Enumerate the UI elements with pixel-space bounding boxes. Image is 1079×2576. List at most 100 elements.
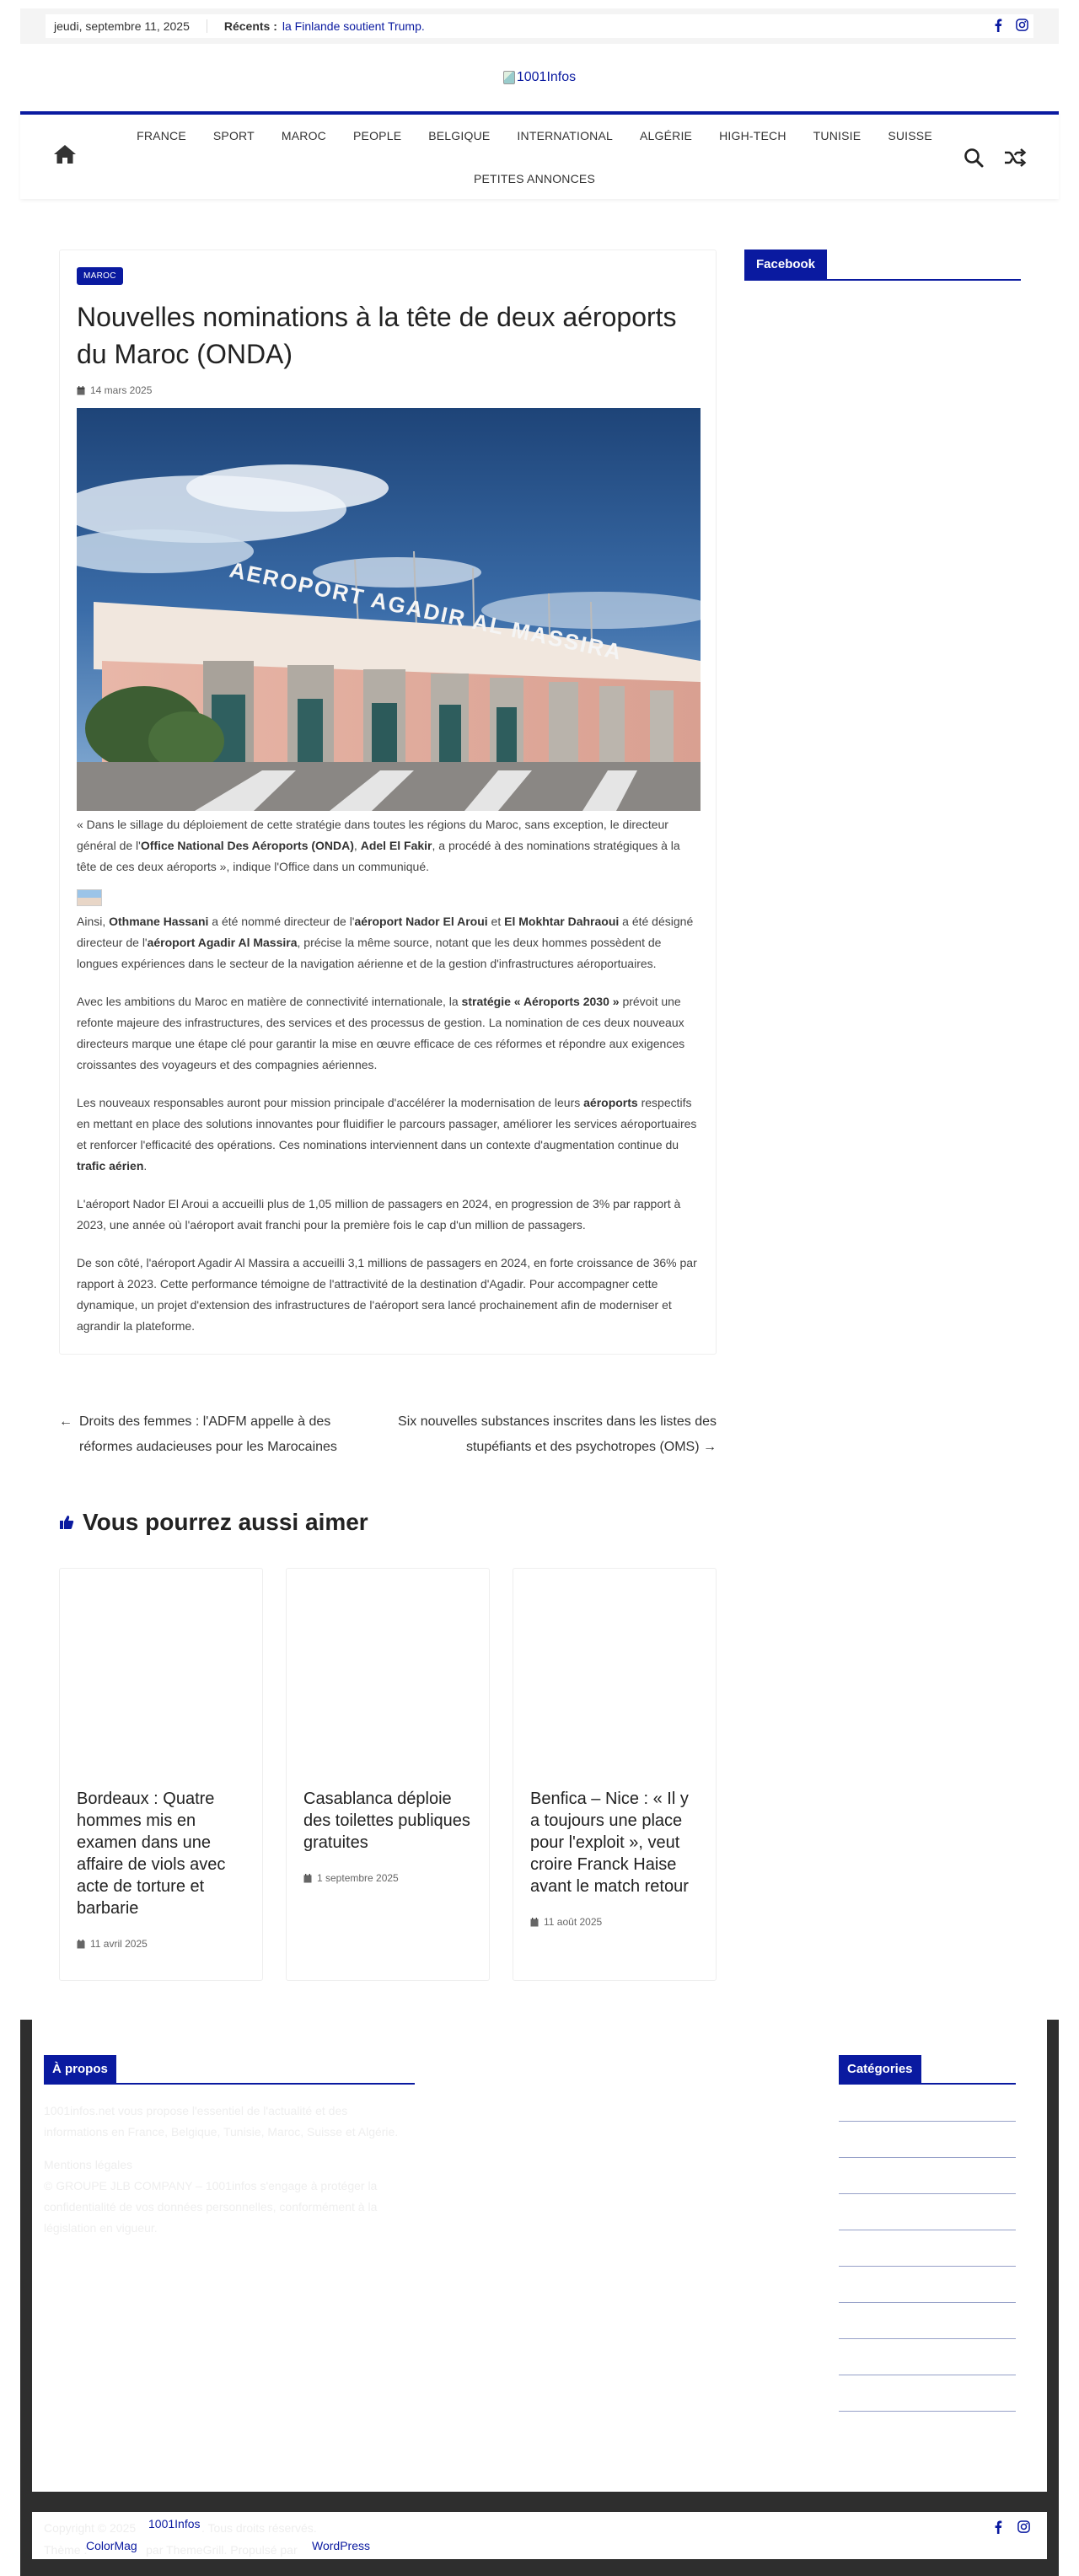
article-paragraph-3: Avec les ambitions du Maroc en matière d… [77, 995, 685, 1071]
category-divider [839, 2411, 1016, 2412]
nav-menu: FRANCE SPORT MAROC PEOPLE BELGIQUE INTERNATIO… [111, 115, 958, 201]
instagram-icon[interactable] [1016, 19, 1028, 34]
related-posts-heading: Vous pourrez aussi aimer [59, 1509, 368, 1536]
theme-link[interactable]: ColorMag [86, 2539, 137, 2552]
home-icon[interactable] [52, 143, 78, 169]
search-icon[interactable] [963, 147, 985, 173]
previous-post-title: Droits des femmes : l'ADFM appelle à des… [79, 1414, 337, 1454]
related-post-thumbnail [60, 1569, 262, 1788]
legal-text: © GROUPE JLB COMPANY – 1001infos s'engag… [44, 2179, 378, 2235]
category-divider [839, 2157, 1016, 2158]
related-post-meta: 11 avril 2025 [60, 1938, 262, 1950]
facebook-icon[interactable] [994, 19, 1002, 35]
footer-social-links [994, 2520, 1030, 2538]
thumbs-up-icon [60, 1516, 74, 1529]
calendar-icon [303, 1873, 312, 1882]
article-paragraph-2: Ainsi, Othmane Hassani a été nommé direc… [77, 915, 694, 970]
nav-item-petites-annonces[interactable]: PETITES ANNONCES [460, 158, 609, 201]
related-posts-title: Vous pourrez aussi aimer [83, 1509, 368, 1535]
arrow-left-icon: ← [59, 1414, 72, 1429]
next-post-link[interactable]: Six nouvelles substances inscrites dans … [388, 1409, 717, 1460]
related-post-thumbnail [513, 1569, 716, 1788]
next-post-title: Six nouvelles substances inscrites dans … [398, 1414, 717, 1454]
related-post-thumbnail [287, 1569, 489, 1788]
top-bar-wrapper: jeudi, septembre 11, 2025 Récents : la F… [0, 0, 1079, 44]
top-social-links [994, 19, 1033, 35]
categories-title: Catégories [839, 2055, 921, 2083]
related-post-title[interactable]: Casablanca déploie des toilettes publiqu… [287, 1788, 489, 1854]
site-logo[interactable]: 1001Infos [502, 70, 577, 85]
category-divider [839, 2121, 1016, 2122]
related-post-title[interactable]: Benfica – Nice : « Il y a toujours une p… [513, 1788, 716, 1897]
random-post-icon[interactable] [1003, 147, 1027, 173]
facebook-widget-title: Facebook [744, 250, 828, 279]
nav-item-maroc[interactable]: MAROC [268, 115, 340, 158]
categories-list [839, 2121, 1016, 2447]
nav-item-people[interactable]: PEOPLE [340, 115, 415, 158]
about-widget-title: À propos [44, 2055, 415, 2085]
wordpress-link[interactable]: WordPress [312, 2539, 370, 2552]
calendar-icon [77, 1939, 85, 1948]
main-content: MAROC Nouvelles nominations à la tête de… [0, 199, 1079, 2020]
facebook-icon[interactable] [994, 2520, 1002, 2538]
category-divider [839, 2193, 1016, 2194]
related-post-date[interactable]: 11 août 2025 [544, 1916, 602, 1928]
related-post-title[interactable]: Bordeaux : Quatre hommes mis en examen d… [60, 1788, 262, 1919]
arrow-right-icon: → [703, 1440, 717, 1454]
nav-item-tunisie[interactable]: TUNISIE [800, 115, 875, 158]
about-text: 1001infos.net vous propose l'essentiel d… [44, 2104, 399, 2139]
footer-site-link[interactable]: 1001Infos [148, 2517, 201, 2530]
related-post-card[interactable]: Casablanca déploie des toilettes publiqu… [286, 1568, 490, 1981]
recent-news-link[interactable]: la Finlande soutient Trump. [282, 19, 425, 33]
nav-item-international[interactable]: INTERNATIONAL [503, 115, 626, 158]
nav-item-high-tech[interactable]: HIGH-TECH [706, 115, 800, 158]
article-hero-image: AEROPORT AGADIR AL MASSIRA [77, 408, 701, 811]
related-post-date[interactable]: 1 septembre 2025 [317, 1872, 399, 1884]
current-date: jeudi, septembre 11, 2025 [54, 19, 207, 33]
categories-widget-title: Catégories [839, 2055, 1016, 2085]
calendar-icon [530, 1917, 539, 1926]
top-bar-inner: jeudi, septembre 11, 2025 Récents : la F… [46, 14, 1033, 38]
article-paragraph-5: L'aéroport Nador El Aroui a accueilli pl… [77, 1197, 681, 1232]
article: MAROC Nouvelles nominations à la tête de… [59, 250, 717, 1355]
related-post-date[interactable]: 11 avril 2025 [90, 1938, 148, 1950]
nav-item-suisse[interactable]: SUISSE [874, 115, 946, 158]
nav-item-belgique[interactable]: BELGIQUE [415, 115, 503, 158]
article-date[interactable]: 14 mars 2025 [90, 384, 152, 396]
site-footer: À propos 1001infos.net vous propose l'es… [20, 2020, 1059, 2576]
category-divider [839, 2302, 1016, 2303]
nav-tools [963, 147, 1027, 173]
nav-item-sport[interactable]: SPORT [200, 115, 268, 158]
legal-title: Mentions légales [44, 2158, 133, 2171]
top-bar: jeudi, septembre 11, 2025 Récents : la F… [20, 8, 1059, 44]
main-navigation: FRANCE SPORT MAROC PEOPLE BELGIQUE INTERNATIO… [20, 111, 1059, 199]
article-meta: 14 mars 2025 [77, 384, 699, 396]
category-divider [839, 2338, 1016, 2339]
article-paragraph-4: Les nouveaux responsables auront pour mi… [77, 1096, 697, 1173]
related-post-meta: 1 septembre 2025 [287, 1872, 489, 1884]
about-widget-content: 1001infos.net vous propose l'essentiel d… [44, 2101, 415, 2239]
calendar-icon [77, 385, 85, 394]
about-title: À propos [44, 2055, 116, 2083]
category-divider [839, 2266, 1016, 2267]
article-paragraph-1: « Dans le sillage du déploiement de cett… [77, 818, 680, 873]
related-post-card[interactable]: Bordeaux : Quatre hommes mis en examen d… [59, 1568, 263, 1981]
nav-item-france[interactable]: FRANCE [123, 115, 200, 158]
instagram-icon[interactable] [1017, 2520, 1030, 2538]
recent-label: Récents : [223, 19, 277, 33]
category-badge[interactable]: MAROC [77, 267, 123, 285]
site-logo-alt: 1001Infos [516, 70, 577, 84]
related-post-meta: 11 août 2025 [513, 1916, 716, 1928]
sidebar-facebook-widget-title: Facebook [744, 250, 1021, 281]
article-title: Nouvelles nominations à la tête de deux … [77, 302, 677, 369]
footer-widgets: À propos 1001infos.net vous propose l'es… [32, 2020, 1047, 2492]
nav-item-alg-rie[interactable]: ALGÉRIE [626, 115, 706, 158]
broken-image-icon [502, 71, 515, 84]
site-logo-area: 1001Infos [20, 44, 1059, 111]
related-post-card[interactable]: Benfica – Nice : « Il y a toujours une p… [513, 1568, 717, 1981]
post-navigation: ← Droits des femmes : l'ADFM appelle à d… [59, 1406, 717, 1487]
footer-bottom-bar: Copyright © 2025 . Tous droits réservés.… [32, 2512, 1047, 2559]
previous-post-link[interactable]: ← Droits des femmes : l'ADFM appelle à d… [59, 1409, 379, 1460]
article-paragraph-6: De son côté, l'aéroport Agadir Al Massir… [77, 1256, 697, 1333]
inline-image-thumbnail [77, 889, 102, 906]
